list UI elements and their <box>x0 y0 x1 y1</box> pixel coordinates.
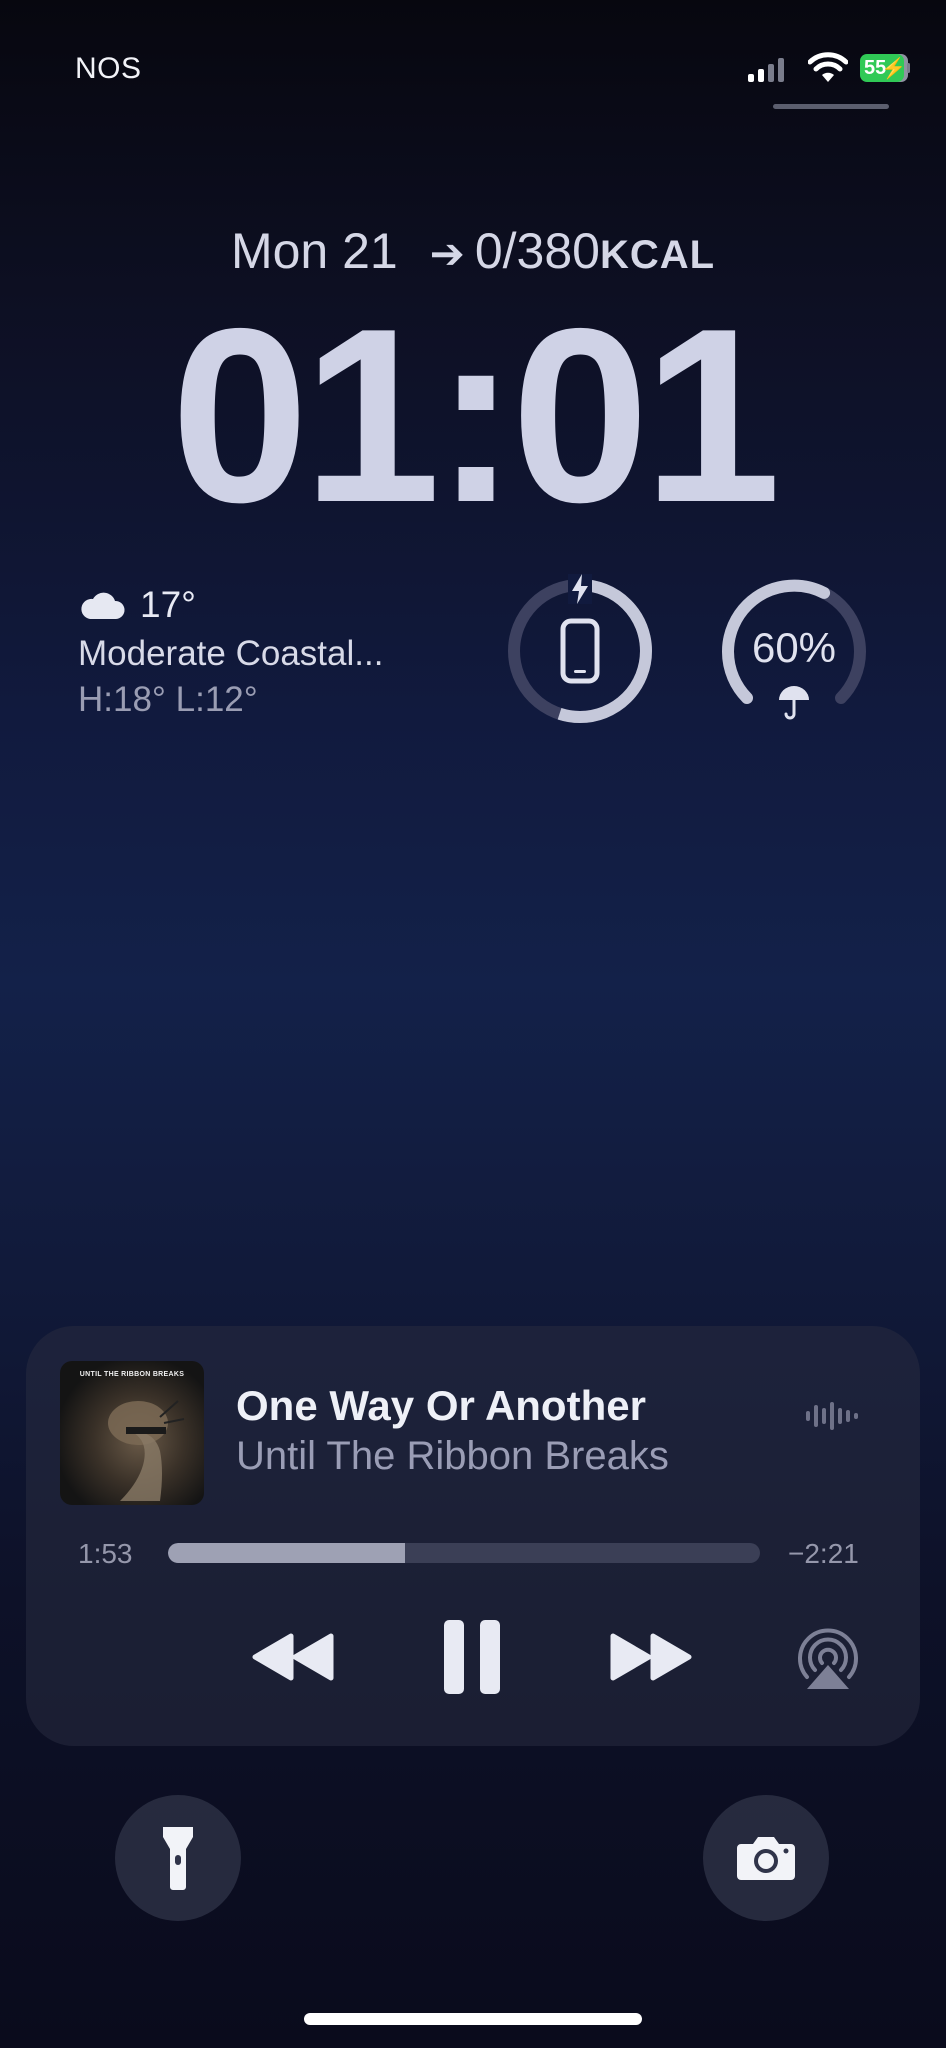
previous-track-button[interactable] <box>248 1622 338 1692</box>
rain-chance-label: 60% <box>751 624 837 671</box>
date-text: Mon 21 <box>230 223 398 279</box>
rewind-icon <box>252 1633 334 1681</box>
weather-high-low: H:18° L:12° <box>78 680 258 719</box>
remaining-time: −2:21 <box>788 1538 859 1569</box>
cellular-signal-icon <box>748 58 784 82</box>
battery-ring-widget[interactable] <box>505 574 655 726</box>
weather-temperature: 17° <box>140 584 196 625</box>
pause-icon <box>444 1620 500 1694</box>
weather-widget[interactable]: 17° Moderate Coastal... H:18° L:12° <box>78 584 438 720</box>
calories-value: 0/380 <box>474 223 600 279</box>
battery-icon: 55 ⚡ <box>860 54 910 82</box>
date-activity-line: Mon 21 ➔ 0/380KCAL <box>0 222 946 280</box>
cloud-icon <box>81 592 125 619</box>
charging-bolt-icon <box>568 574 592 604</box>
artwork-figure <box>108 1400 185 1501</box>
song-title[interactable]: One Way Or Another <box>236 1382 646 1430</box>
flashlight-icon <box>163 1827 193 1890</box>
next-track-button[interactable] <box>606 1622 696 1692</box>
camera-icon <box>737 1837 795 1880</box>
camera-button[interactable] <box>703 1795 829 1921</box>
airplay-button[interactable] <box>790 1620 866 1696</box>
rain-chance-widget[interactable]: 60% <box>719 576 869 726</box>
status-icons: 55 ⚡ <box>748 50 918 90</box>
playback-scrubber[interactable] <box>168 1543 760 1563</box>
playback-progress-fill <box>168 1543 405 1563</box>
control-center-handle[interactable] <box>773 104 889 109</box>
calories-unit: KCAL <box>599 233 716 277</box>
fast-forward-icon <box>610 1633 692 1681</box>
phone-charging-icon <box>560 618 600 684</box>
waveform-icon <box>806 1402 858 1430</box>
wifi-icon <box>808 52 848 82</box>
weather-condition: Moderate Coastal... <box>78 634 384 673</box>
home-indicator[interactable] <box>304 2013 642 2025</box>
flashlight-button[interactable] <box>115 1795 241 1921</box>
song-artist[interactable]: Until The Ribbon Breaks <box>236 1434 669 1479</box>
umbrella-icon <box>779 686 809 720</box>
elapsed-time: 1:53 <box>78 1538 133 1569</box>
pause-button[interactable] <box>432 1612 512 1702</box>
airplay-icon <box>798 1628 858 1689</box>
album-artwork[interactable]: UNTIL THE RIBBON BREAKS <box>60 1361 204 1505</box>
charging-bolt-icon: ⚡ <box>881 58 906 80</box>
arrow-right-icon: ➔ <box>429 230 465 277</box>
carrier-name: NOS <box>75 52 142 85</box>
lock-clock[interactable]: 01:01 <box>0 291 946 539</box>
